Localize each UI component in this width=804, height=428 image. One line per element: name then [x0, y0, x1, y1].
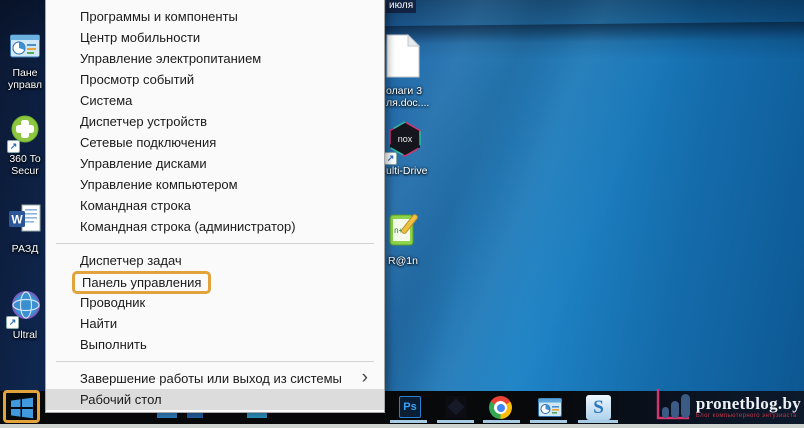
menu-item-15[interactable]: Найти	[46, 313, 384, 334]
taskbar-button-photoshop[interactable]: Ps	[399, 396, 423, 420]
menu-item-3[interactable]: Управление электропитанием	[46, 48, 384, 69]
desktop-icon-doc-file[interactable]: олаги 3 ля.doc....	[386, 34, 442, 109]
menu-item-label: Просмотр событий	[80, 72, 194, 87]
desktop-icon-label: Пане управл	[8, 67, 42, 91]
menu-item-label: Завершение работы или выход из системы	[80, 371, 342, 386]
document-icon	[386, 34, 420, 83]
menu-item-label: Диспетчер задач	[80, 253, 182, 268]
photoshop-icon: Ps	[399, 396, 423, 418]
menu-item-label: Рабочий стол	[80, 392, 162, 407]
pronetblog-logo-icon	[654, 388, 690, 426]
menu-item-label: Командная строка (администратор)	[80, 219, 296, 234]
menu-item-6[interactable]: Диспетчер устройств	[46, 111, 384, 132]
running-app-underline	[530, 420, 567, 423]
menu-item-label: Центр мобильности	[80, 30, 200, 45]
running-app-underline	[483, 420, 520, 423]
watermark-site-text: pronetblog.by	[696, 395, 801, 412]
menu-item-label: Командная строка	[80, 198, 191, 213]
menu-item-12[interactable]: Диспетчер задач	[46, 250, 384, 271]
menu-item-label: Выполнить	[80, 337, 147, 352]
menu-item-13[interactable]: Панель управления	[46, 271, 384, 292]
taskbar-button-shareman[interactable]: S	[586, 395, 610, 419]
menu-item-16[interactable]: Выполнить	[46, 334, 384, 355]
svg-text:nox: nox	[398, 134, 413, 144]
nox-icon: nox↗	[386, 120, 424, 163]
menu-item-label: Управление компьютером	[80, 177, 238, 192]
desktop-icon-nox-multi-drive[interactable]: nox↗ ulti-Drive	[386, 120, 442, 177]
shareman-icon: S	[586, 395, 610, 420]
menu-item-1[interactable]: Программы и компоненты	[46, 6, 384, 27]
windows-logo-icon	[10, 407, 34, 424]
desktop-screen: июля Пане управл↗360 To SecurWРАЗД↗Ultra…	[0, 0, 804, 428]
menu-item-label: Программы и компоненты	[80, 9, 238, 24]
running-app-underline	[437, 420, 474, 423]
control-panel-small-icon	[538, 404, 562, 421]
highlighted-menu-item-label: Панель управления	[72, 271, 211, 294]
menu-separator	[56, 361, 374, 362]
taskbar-button-control-panel[interactable]	[538, 398, 562, 422]
desktop-icon-label: Ultral	[13, 329, 38, 341]
control-panel-icon	[10, 34, 40, 65]
ultraiso-icon: ↗	[8, 290, 42, 327]
menu-item-5[interactable]: Система	[46, 90, 384, 111]
partial-icon-label[interactable]: июля	[386, 0, 416, 13]
chrome-icon	[489, 396, 513, 419]
taskbar-button-dark-app[interactable]	[445, 396, 469, 420]
desktop-icon-control-panel[interactable]: Пане управл	[2, 34, 48, 91]
word-icon: W	[8, 204, 42, 241]
menu-item-14[interactable]: Проводник	[46, 292, 384, 313]
svg-text:W: W	[11, 213, 23, 227]
desktop-icon-ultraiso[interactable]: ↗ Ultral	[2, 290, 48, 341]
menu-separator	[56, 243, 374, 244]
menu-item-9[interactable]: Управление компьютером	[46, 174, 384, 195]
menu-item-label: Найти	[80, 316, 117, 331]
menu-item-label: Проводник	[80, 295, 145, 310]
watermark-tagline: Блог компьютерного энтузиаста	[696, 413, 801, 419]
menu-item-17[interactable]: Завершение работы или выход из системы ›	[46, 368, 384, 389]
taskbar-button-chrome[interactable]	[489, 396, 513, 420]
menu-item-7[interactable]: Сетевые подключения	[46, 132, 384, 153]
desktop-icon-label: олаги 3 ля.doc....	[386, 85, 429, 109]
desktop-icon-word-document[interactable]: W РАЗД	[2, 204, 48, 255]
watermark: pronetblog.by Блог компьютерного энтузиа…	[654, 388, 801, 426]
menu-item-label: Диспетчер устройств	[80, 114, 207, 129]
notepadpp-icon: n++	[388, 212, 418, 253]
start-button[interactable]	[10, 396, 34, 420]
winx-menu: Программы и компоненты Центр мобильности У…	[45, 0, 385, 413]
menu-item-8[interactable]: Управление дисками	[46, 153, 384, 174]
menu-item-2[interactable]: Центр мобильности	[46, 27, 384, 48]
menu-item-label: Сетевые подключения	[80, 135, 216, 150]
menu-item-10[interactable]: Командная строка	[46, 195, 384, 216]
menu-item-4[interactable]: Просмотр событий	[46, 69, 384, 90]
desktop-icon-label: ulti-Drive	[386, 165, 427, 177]
desktop-icon-label: R@1n	[388, 255, 418, 267]
submenu-chevron-icon: ›	[362, 367, 368, 388]
desktop-icon-label: РАЗД	[12, 243, 39, 255]
desktop-icon-label: 360 To Secur	[9, 153, 40, 177]
menu-item-18[interactable]: Рабочий стол	[46, 389, 384, 410]
menu-item-11[interactable]: Командная строка (администратор)	[46, 216, 384, 237]
desktop-icon-notepad-plus[interactable]: n++ R@1n	[388, 212, 444, 267]
security-360-icon: ↗	[9, 114, 41, 151]
screenshot-border	[0, 424, 804, 428]
menu-item-label: Система	[80, 93, 132, 108]
menu-item-label: Управление электропитанием	[80, 51, 261, 66]
running-app-underline	[390, 420, 427, 423]
running-app-underline	[578, 420, 618, 423]
dark-app-icon	[445, 396, 469, 418]
menu-item-label: Управление дисками	[80, 156, 207, 171]
desktop-icon-360-total-security[interactable]: ↗360 To Secur	[2, 114, 48, 177]
